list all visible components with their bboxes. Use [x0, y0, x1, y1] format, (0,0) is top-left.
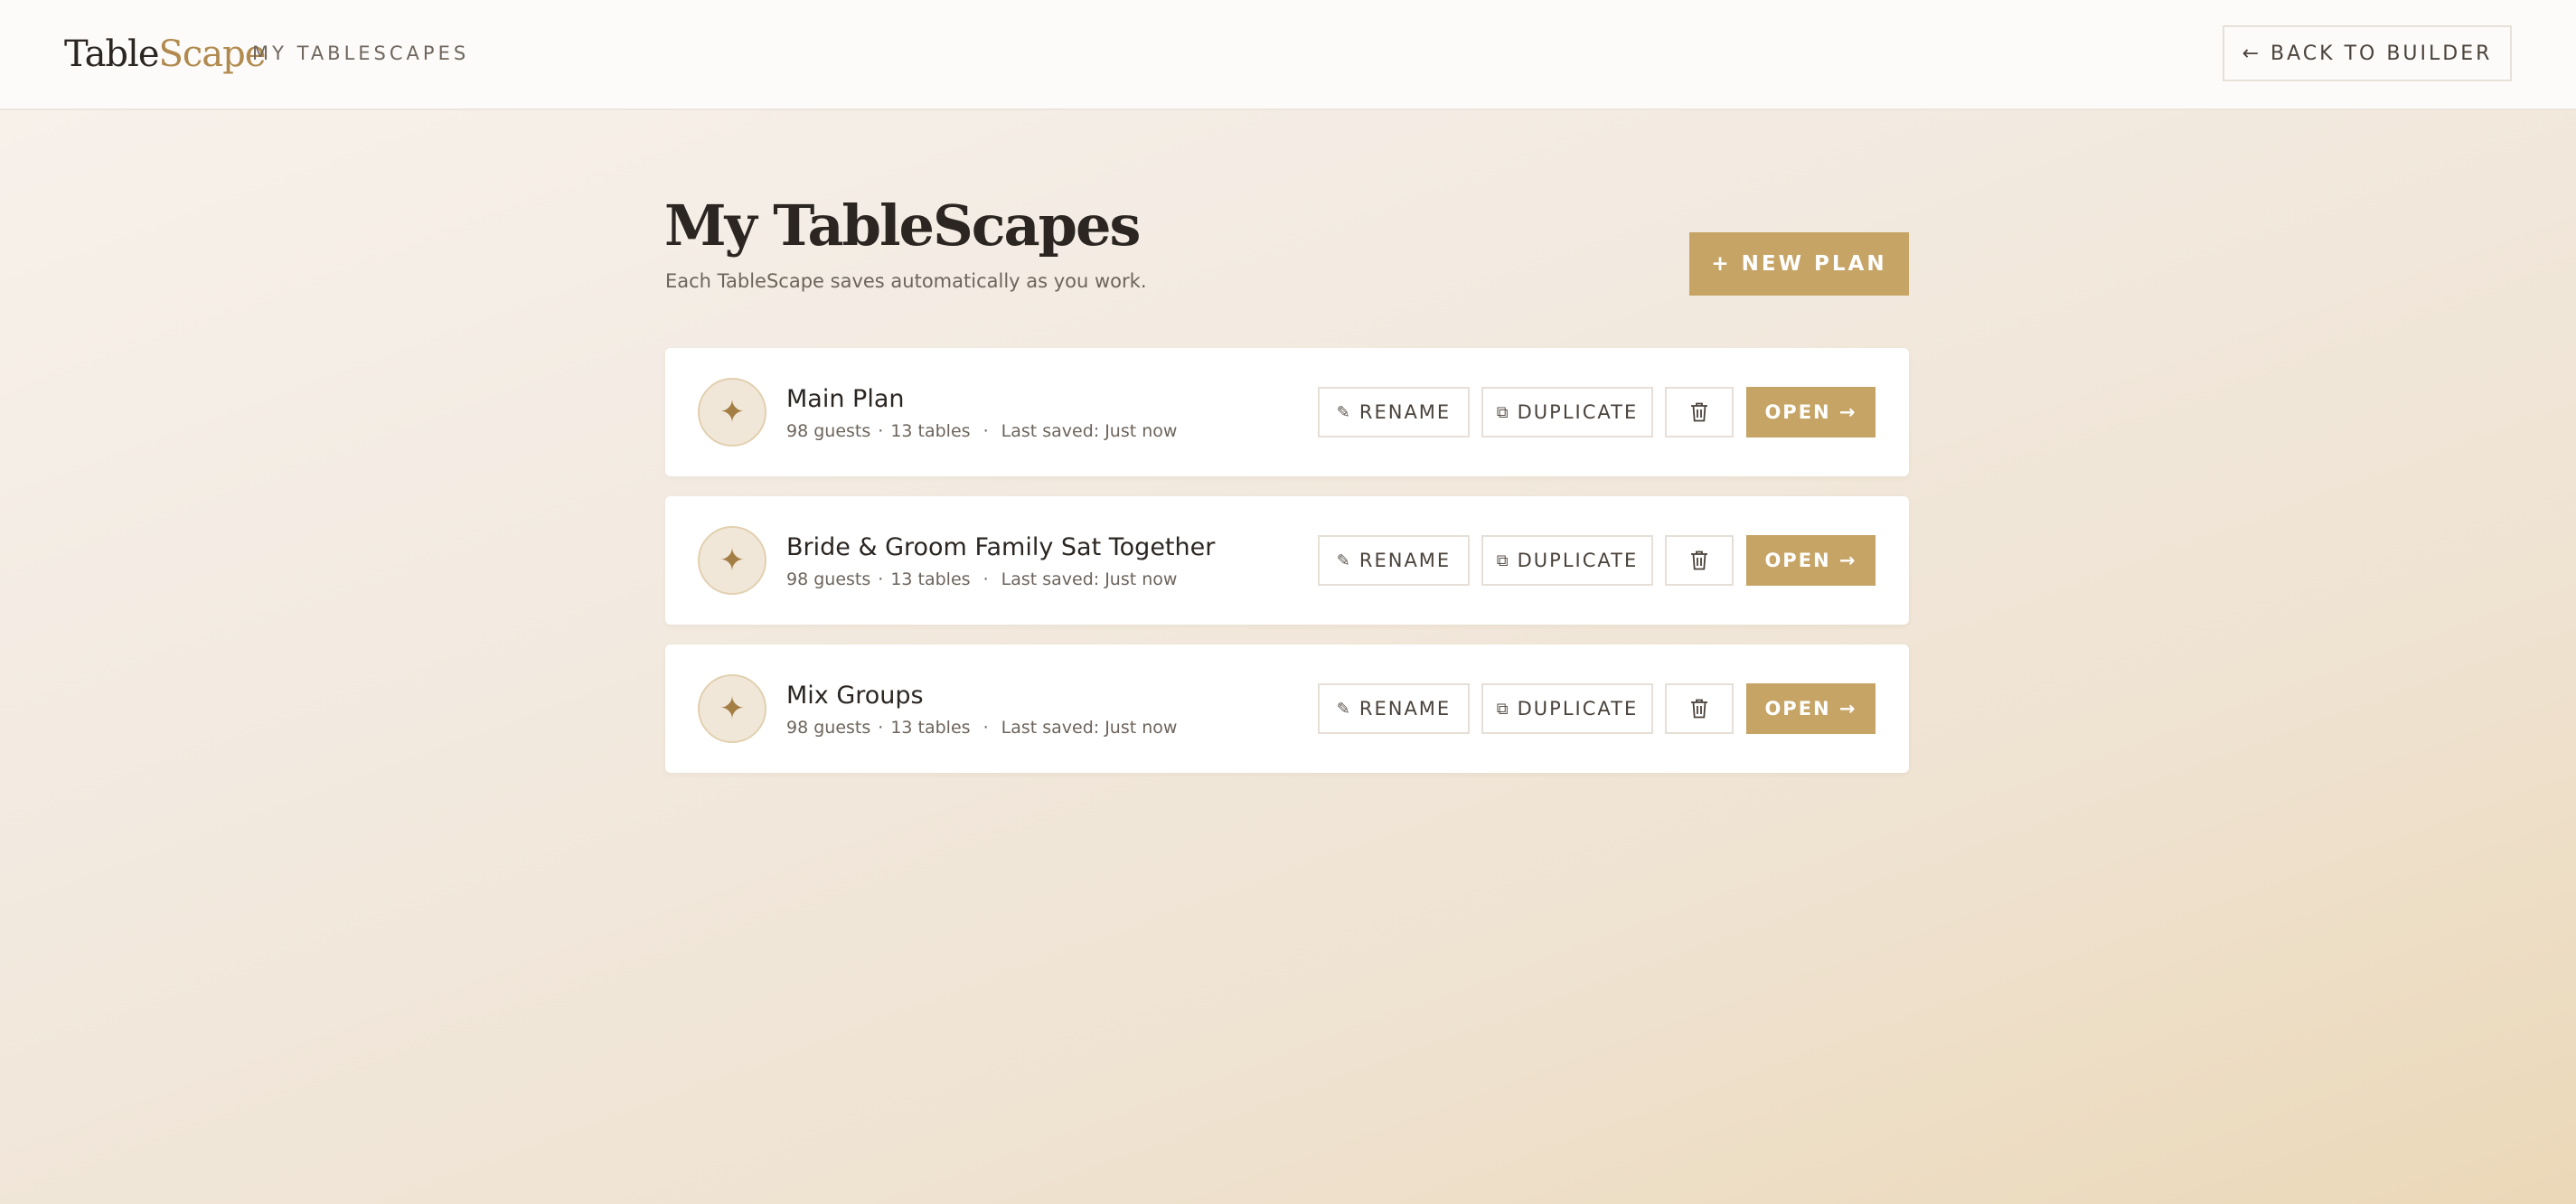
pencil-icon: ✎ — [1336, 550, 1352, 570]
top-bar: TableScape MY TABLESCAPES ← BACK TO BUIL… — [0, 0, 2576, 110]
trash-icon — [1691, 699, 1707, 719]
copy-icon: ⧉ — [1496, 550, 1510, 570]
new-plan-button[interactable]: + NEW PLAN — [1689, 232, 1909, 296]
duplicate-label: DUPLICATE — [1517, 698, 1639, 720]
rename-button[interactable]: ✎ RENAME — [1318, 387, 1470, 437]
nav-my-tablescapes[interactable]: MY TABLESCAPES — [252, 42, 469, 65]
brand-logo[interactable]: TableScape — [64, 31, 267, 78]
back-to-builder-button[interactable]: ← BACK TO BUILDER — [2223, 25, 2512, 81]
duplicate-button[interactable]: ⧉ DUPLICATE — [1481, 683, 1653, 734]
plan-meta: 98 guests · 13 tables · Last saved: Just now — [786, 421, 1178, 441]
plan-meta: 98 guests · 13 tables · Last saved: Just now — [786, 718, 1178, 738]
plan-tables: 13 tables — [890, 718, 971, 738]
rename-label: RENAME — [1359, 550, 1452, 571]
sparkle-icon: ✦ — [698, 526, 766, 595]
plan-name: Main Plan — [786, 385, 905, 413]
plan-guests: 98 guests — [786, 569, 871, 589]
plan-guests: 98 guests — [786, 421, 871, 441]
delete-button[interactable] — [1665, 535, 1734, 586]
plan-list: ✦ Main Plan 98 guests · 13 tables · Last sav… — [665, 348, 1909, 793]
plan-name: Mix Groups — [786, 682, 924, 710]
delete-button[interactable] — [1665, 387, 1734, 437]
plan-tables: 13 tables — [890, 421, 971, 441]
copy-icon: ⧉ — [1496, 402, 1510, 422]
duplicate-button[interactable]: ⧉ DUPLICATE — [1481, 387, 1653, 437]
duplicate-button[interactable]: ⧉ DUPLICATE — [1481, 535, 1653, 586]
brand-text-accent: Scape — [158, 33, 267, 75]
plan-guests: 98 guests — [786, 718, 871, 738]
plan-last-saved: Last saved: Just now — [1001, 569, 1178, 589]
plan-last-saved: Last saved: Just now — [1001, 421, 1178, 441]
trash-icon — [1691, 550, 1707, 570]
pencil-icon: ✎ — [1336, 699, 1352, 719]
rename-button[interactable]: ✎ RENAME — [1318, 535, 1470, 586]
pencil-icon: ✎ — [1336, 402, 1352, 422]
plan-meta: 98 guests · 13 tables · Last saved: Just now — [786, 569, 1178, 589]
page-title: My TableScapes — [664, 193, 1141, 259]
duplicate-label: DUPLICATE — [1517, 550, 1639, 571]
plan-name: Bride & Groom Family Sat Together — [786, 533, 1216, 561]
copy-icon: ⧉ — [1496, 699, 1510, 719]
delete-button[interactable] — [1665, 683, 1734, 734]
trash-icon — [1691, 402, 1707, 422]
sparkle-icon: ✦ — [698, 674, 766, 743]
plan-tables: 13 tables — [890, 569, 971, 589]
rename-label: RENAME — [1359, 401, 1452, 423]
plan-card: ✦ Mix Groups 98 guests · 13 tables · Last sa… — [665, 644, 1909, 773]
page-subtitle: Each TableScape saves automatically as y… — [665, 270, 1147, 292]
plan-card: ✦ Bride & Groom Family Sat Together 98 g… — [665, 496, 1909, 625]
plan-last-saved: Last saved: Just now — [1001, 718, 1178, 738]
plan-card: ✦ Main Plan 98 guests · 13 tables · Last sav… — [665, 348, 1909, 476]
rename-button[interactable]: ✎ RENAME — [1318, 683, 1470, 734]
sparkle-icon: ✦ — [698, 378, 766, 447]
brand-text: Table — [64, 33, 159, 75]
duplicate-label: DUPLICATE — [1517, 401, 1639, 423]
rename-label: RENAME — [1359, 698, 1452, 720]
open-button[interactable]: OPEN → — [1746, 683, 1876, 734]
open-button[interactable]: OPEN → — [1746, 535, 1876, 586]
open-button[interactable]: OPEN → — [1746, 387, 1876, 437]
